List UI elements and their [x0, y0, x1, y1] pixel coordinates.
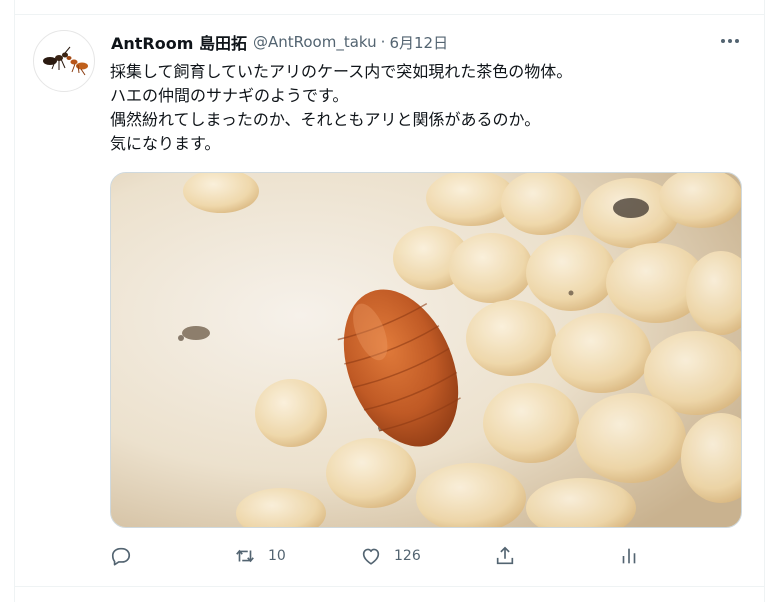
separator-dot: ·	[380, 33, 386, 51]
analytics-button[interactable]	[618, 544, 640, 568]
like-button[interactable]: 126	[360, 544, 421, 568]
more-dots-icon	[721, 39, 739, 43]
tweet-photo[interactable]	[110, 172, 742, 528]
reply-icon	[111, 547, 131, 566]
display-name[interactable]: AntRoom 島田拓	[111, 30, 247, 54]
tweet-text-line: 偶然紛れてしまったのか、それともアリと関係があるのか。	[110, 110, 541, 129]
retweet-icon	[236, 549, 254, 563]
tweet-text-line: 気になります。	[110, 134, 221, 153]
avatar[interactable]	[33, 30, 95, 92]
top-divider	[14, 14, 765, 15]
share-button[interactable]	[494, 544, 516, 568]
analytics-icon	[622, 548, 636, 564]
tweet-header: AntRoom 島田拓 @AntRoom_taku · 6月12日	[111, 30, 448, 54]
more-options-button[interactable]	[715, 28, 745, 54]
share-icon	[496, 546, 514, 565]
user-handle[interactable]: @AntRoom_taku	[253, 33, 377, 51]
like-count: 126	[394, 548, 421, 564]
ant-avatar-image	[43, 46, 88, 76]
tweet-actions: 10 126	[110, 544, 650, 568]
reply-button[interactable]	[110, 544, 132, 568]
retweet-count: 10	[268, 548, 286, 564]
tweet-text-line: ハエの仲間のサナギのようです。	[110, 86, 349, 105]
tweet-text: 採集して飼育していたアリのケース内で突如現れた茶色の物体。 ハエの仲間のサナギの…	[110, 60, 750, 156]
retweet-button[interactable]: 10	[234, 544, 286, 568]
tweet-date[interactable]: 6月12日	[389, 32, 448, 53]
heart-icon	[362, 548, 380, 565]
pupa-photo-image	[111, 173, 741, 527]
bottom-divider	[14, 586, 765, 587]
tweet-text-line: 採集して飼育していたアリのケース内で突如現れた茶色の物体。	[110, 62, 573, 81]
